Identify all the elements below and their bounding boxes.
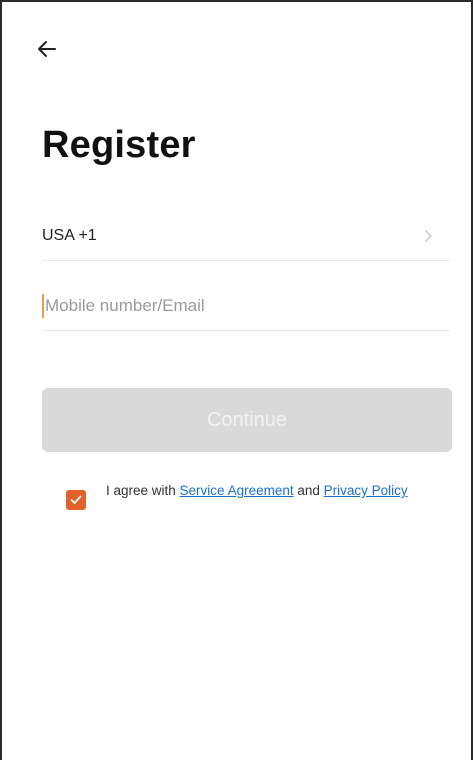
mobile-email-input[interactable] <box>45 296 435 316</box>
agreement-prefix: I agree with <box>106 483 180 498</box>
country-code-selector[interactable]: USA +1 <box>42 212 450 261</box>
agree-checkbox[interactable] <box>66 490 86 510</box>
continue-button[interactable]: Continue <box>42 388 452 452</box>
agreement-middle: and <box>293 483 324 498</box>
service-agreement-link[interactable]: Service Agreement <box>180 483 294 498</box>
back-button[interactable] <box>30 32 64 66</box>
check-icon <box>70 495 82 504</box>
chevron-right-icon <box>424 229 434 243</box>
text-caret <box>42 294 44 318</box>
privacy-policy-link[interactable]: Privacy Policy <box>324 483 408 498</box>
country-code-label: USA +1 <box>42 227 97 244</box>
app-screen: Register USA +1 Continue I agree with Se… <box>0 0 473 760</box>
agreement-row: I agree with Service Agreement and Priva… <box>66 482 446 510</box>
arrow-left-icon <box>38 41 56 57</box>
page-title: Register <box>42 124 196 166</box>
agreement-text: I agree with Service Agreement and Priva… <box>106 482 408 499</box>
mobile-email-field-row <box>42 282 450 331</box>
